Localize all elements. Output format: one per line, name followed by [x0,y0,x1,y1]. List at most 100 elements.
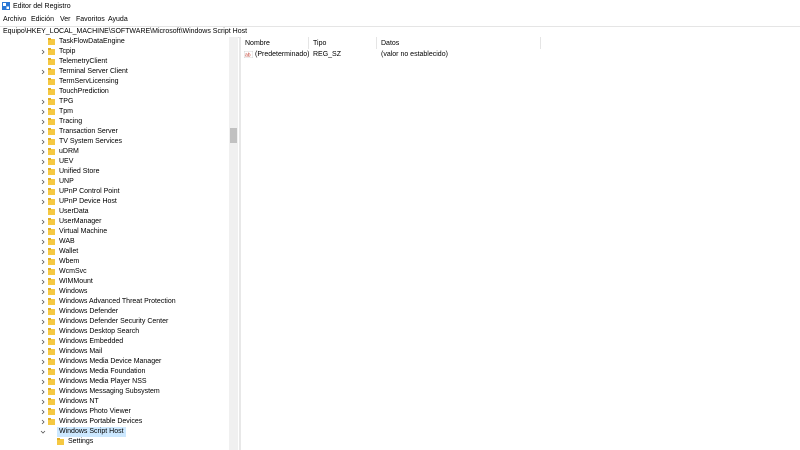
menu-favoritos[interactable]: Favoritos [76,15,105,24]
tree-item[interactable]: Wbem [0,257,230,267]
tree-item-label: Windows Defender Security Center [59,318,169,325]
column-header-tipo[interactable]: Tipo [313,39,326,48]
tree-item[interactable]: Settings [0,437,230,447]
column-header-datos[interactable]: Datos [381,39,399,48]
tree-item[interactable]: WAB [0,237,230,247]
tree-item[interactable]: Windows Script Host [0,427,230,437]
column-divider[interactable] [540,37,541,49]
chevron-right-icon[interactable] [40,398,46,406]
tree-item[interactable]: Windows [0,287,230,297]
chevron-right-icon[interactable] [40,218,46,226]
chevron-right-icon[interactable] [40,408,46,416]
chevron-right-icon[interactable] [40,308,46,316]
menu-ayuda[interactable]: Ayuda [108,15,128,24]
chevron-right-icon[interactable] [40,138,46,146]
tree-item[interactable]: Tracing [0,117,230,127]
address-path[interactable]: Equipo\HKEY_LOCAL_MACHINE\SOFTWARE\Micro… [3,27,247,37]
chevron-right-icon[interactable] [40,258,46,266]
tree-item[interactable]: TV System Services [0,137,230,147]
menu-archivo[interactable]: Archivo [3,15,26,24]
tree-item-label: Windows Media Player NSS [59,378,147,385]
chevron-right-icon[interactable] [40,328,46,336]
chevron-right-icon[interactable] [40,288,46,296]
tree-item[interactable]: uDRM [0,147,230,157]
tree-item-label: UEV [59,158,74,165]
tree-item[interactable]: WcmSvc [0,267,230,277]
chevron-right-icon[interactable] [40,418,46,426]
tree-item[interactable]: Windows Defender [0,307,230,317]
tree-item[interactable]: Windows Photo Viewer [0,407,230,417]
chevron-right-icon[interactable] [40,48,46,56]
folder-icon [48,128,55,135]
tree-item[interactable]: UserData [0,207,230,217]
chevron-right-icon[interactable] [40,248,46,256]
tree-item[interactable]: UNP [0,177,230,187]
tree-item[interactable]: Wallet [0,247,230,257]
tree-scrollbar[interactable] [229,37,238,450]
menu-ver[interactable]: Ver [60,15,71,24]
tree-item[interactable]: Windows Media Foundation [0,367,230,377]
tree-item[interactable]: UPnP Device Host [0,197,230,207]
tree-item[interactable]: Windows Media Player NSS [0,377,230,387]
chevron-right-icon[interactable] [40,358,46,366]
tree-item[interactable]: WIMMount [0,277,230,287]
chevron-right-icon[interactable] [40,388,46,396]
tree-item[interactable]: TelemetryClient [0,57,230,67]
chevron-right-icon[interactable] [40,108,46,116]
chevron-right-icon[interactable] [40,158,46,166]
column-header-nombre[interactable]: Nombre [245,39,270,48]
tree-item[interactable]: TPG [0,97,230,107]
chevron-right-icon[interactable] [40,318,46,326]
tree-item[interactable]: UserManager [0,217,230,227]
tree-item[interactable]: Windows Messaging Subsystem [0,387,230,397]
tree-item[interactable]: Windows Media Device Manager [0,357,230,367]
tree-item[interactable]: Tcpip [0,47,230,57]
key-tree[interactable]: TaskFlowDataEngine Tcpip TelemetryClient Te… [0,37,230,450]
tree-item[interactable]: Windows Desktop Search [0,327,230,337]
chevron-right-icon[interactable] [40,148,46,156]
chevron-right-icon[interactable] [40,188,46,196]
chevron-right-icon[interactable] [40,238,46,246]
values-pane[interactable]: Nombre Tipo Datos ab (Predeterminado) RE… [241,37,800,450]
tree-item[interactable]: UPnP Control Point [0,187,230,197]
tree-item[interactable]: Windows NT [0,397,230,407]
tree-item[interactable]: Windows Advanced Threat Protection [0,297,230,307]
chevron-right-icon[interactable] [40,348,46,356]
tree-item-label: Virtual Machine [59,228,108,235]
tree-item[interactable]: Unified Store [0,167,230,177]
tree-item[interactable]: Terminal Server Client [0,67,230,77]
chevron-right-icon[interactable] [40,278,46,286]
tree-item[interactable]: UEV [0,157,230,167]
chevron-right-icon[interactable] [40,368,46,376]
chevron-right-icon[interactable] [40,168,46,176]
chevron-right-icon[interactable] [40,68,46,76]
menu-edicion[interactable]: Edición [31,15,54,24]
chevron-right-icon[interactable] [40,198,46,206]
tree-item[interactable]: Virtual Machine [0,227,230,237]
title-bar: Editor del Registro [0,0,800,13]
chevron-right-icon[interactable] [40,298,46,306]
chevron-right-icon[interactable] [40,378,46,386]
value-row[interactable]: ab (Predeterminado) REG_SZ (valor no est… [241,49,800,60]
tree-item[interactable]: Windows Portable Devices [0,417,230,427]
tree-item[interactable]: Tpm [0,107,230,117]
tree-item[interactable]: Windows Embedded [0,337,230,347]
tree-item[interactable]: Windows Mail [0,347,230,357]
chevron-right-icon[interactable] [40,338,46,346]
tree-item[interactable]: TermServLicensing [0,77,230,87]
column-divider[interactable] [376,37,377,49]
chevron-right-icon[interactable] [40,178,46,186]
column-divider[interactable] [308,37,309,49]
tree-scrollbar-thumb[interactable] [230,128,237,143]
chevron-right-icon[interactable] [40,228,46,236]
chevron-right-icon[interactable] [40,98,46,106]
chevron-down-icon[interactable] [40,428,46,436]
tree-item[interactable]: TaskFlowDataEngine [0,37,230,47]
tree-item[interactable]: Transaction Server [0,127,230,137]
tree-item[interactable]: TouchPrediction [0,87,230,97]
chevron-right-icon[interactable] [40,118,46,126]
chevron-right-icon[interactable] [40,268,46,276]
folder-icon [48,38,55,45]
chevron-right-icon[interactable] [40,128,46,136]
tree-item[interactable]: Windows Defender Security Center [0,317,230,327]
